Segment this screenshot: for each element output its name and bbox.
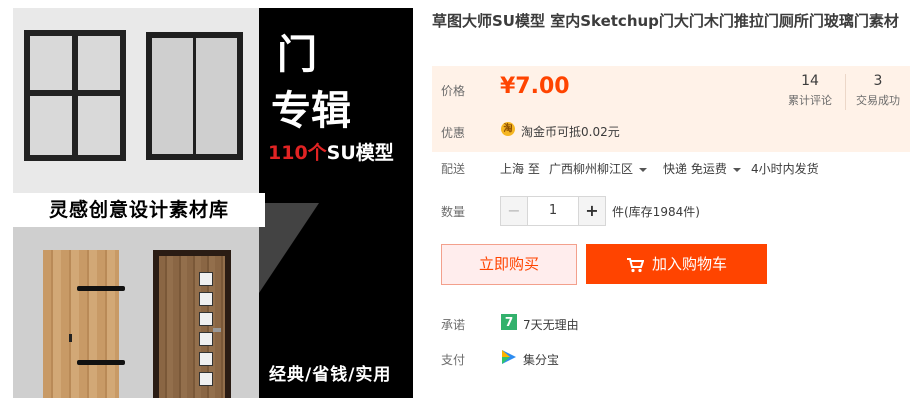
sliding-door-illustration [24,30,126,161]
buy-now-button[interactable]: 立即购买 [441,244,577,285]
payment-label: 支付 [441,353,466,367]
shipping-label: 配送 [441,162,466,176]
image-title-album: 专辑 [271,88,351,134]
quantity-stepper: − 1 + [500,196,606,226]
glass-door-illustration [146,32,243,160]
price-label: 价格 [441,84,466,98]
taobao-coin-icon: 淘 [501,122,515,136]
payment-text[interactable]: 集分宝 [523,351,559,368]
price-value: ¥7.00 [500,74,570,99]
promo-text: 淘金币可抵0.02元 [521,125,620,139]
wooden-door-illustration [43,250,125,398]
promo-label: 优惠 [441,126,466,140]
guarantee-label: 承诺 [441,318,466,332]
cart-icon [626,257,644,272]
delivery-time: 4小时内发货 [751,162,819,176]
quantity-decrease-button[interactable]: − [501,197,528,225]
price-panel: 价格 ¥7.00 14 累计评论 3 交易成功 优惠 淘 淘金币可抵0.02元 [432,66,910,152]
image-title-char: 门 [277,32,317,78]
product-title: 草图大师SU模型 室内Sketchup门大门木门推拉门厕所门玻璃门素材 [432,12,899,30]
shipping-from: 上海 至 [500,162,540,176]
quantity-increase-button[interactable]: + [578,197,605,225]
image-diagonal-accent [259,203,319,293]
reviews-stat[interactable]: 14 累计评论 [780,73,840,108]
add-to-cart-button[interactable]: 加入购物车 [586,244,767,284]
modern-door-illustration [153,250,231,398]
shipping-method-select[interactable]: 快递 免运费 [663,160,741,177]
quantity-label: 数量 [441,205,466,219]
product-main-image[interactable]: 门 专辑 110个SU模型 灵感创意设计素材库 经典/省钱/实用 [13,8,413,398]
shipping-row: 配送 上海 至 广西柳州柳江区 快递 免运费 4小时内发货 [432,160,910,180]
chevron-down-icon [732,167,741,172]
shipping-destination-select[interactable]: 广西柳州柳江区 [549,160,648,177]
guarantee-text[interactable]: 7天无理由 [523,316,579,333]
add-to-cart-label: 加入购物车 [651,255,727,273]
jifenbao-icon [502,350,516,364]
image-slogan: 经典/省钱/实用 [269,365,392,385]
seven-day-return-icon: 7 [501,314,517,330]
stat-divider [845,74,846,110]
image-model-count: 110个SU模型 [268,142,394,164]
sales-stat: 3 交易成功 [856,73,900,107]
chevron-down-icon [639,167,648,172]
stock-text: 件(库存1984件) [612,205,700,219]
image-banner-text: 灵感创意设计素材库 [13,193,265,227]
quantity-input[interactable]: 1 [528,197,578,225]
